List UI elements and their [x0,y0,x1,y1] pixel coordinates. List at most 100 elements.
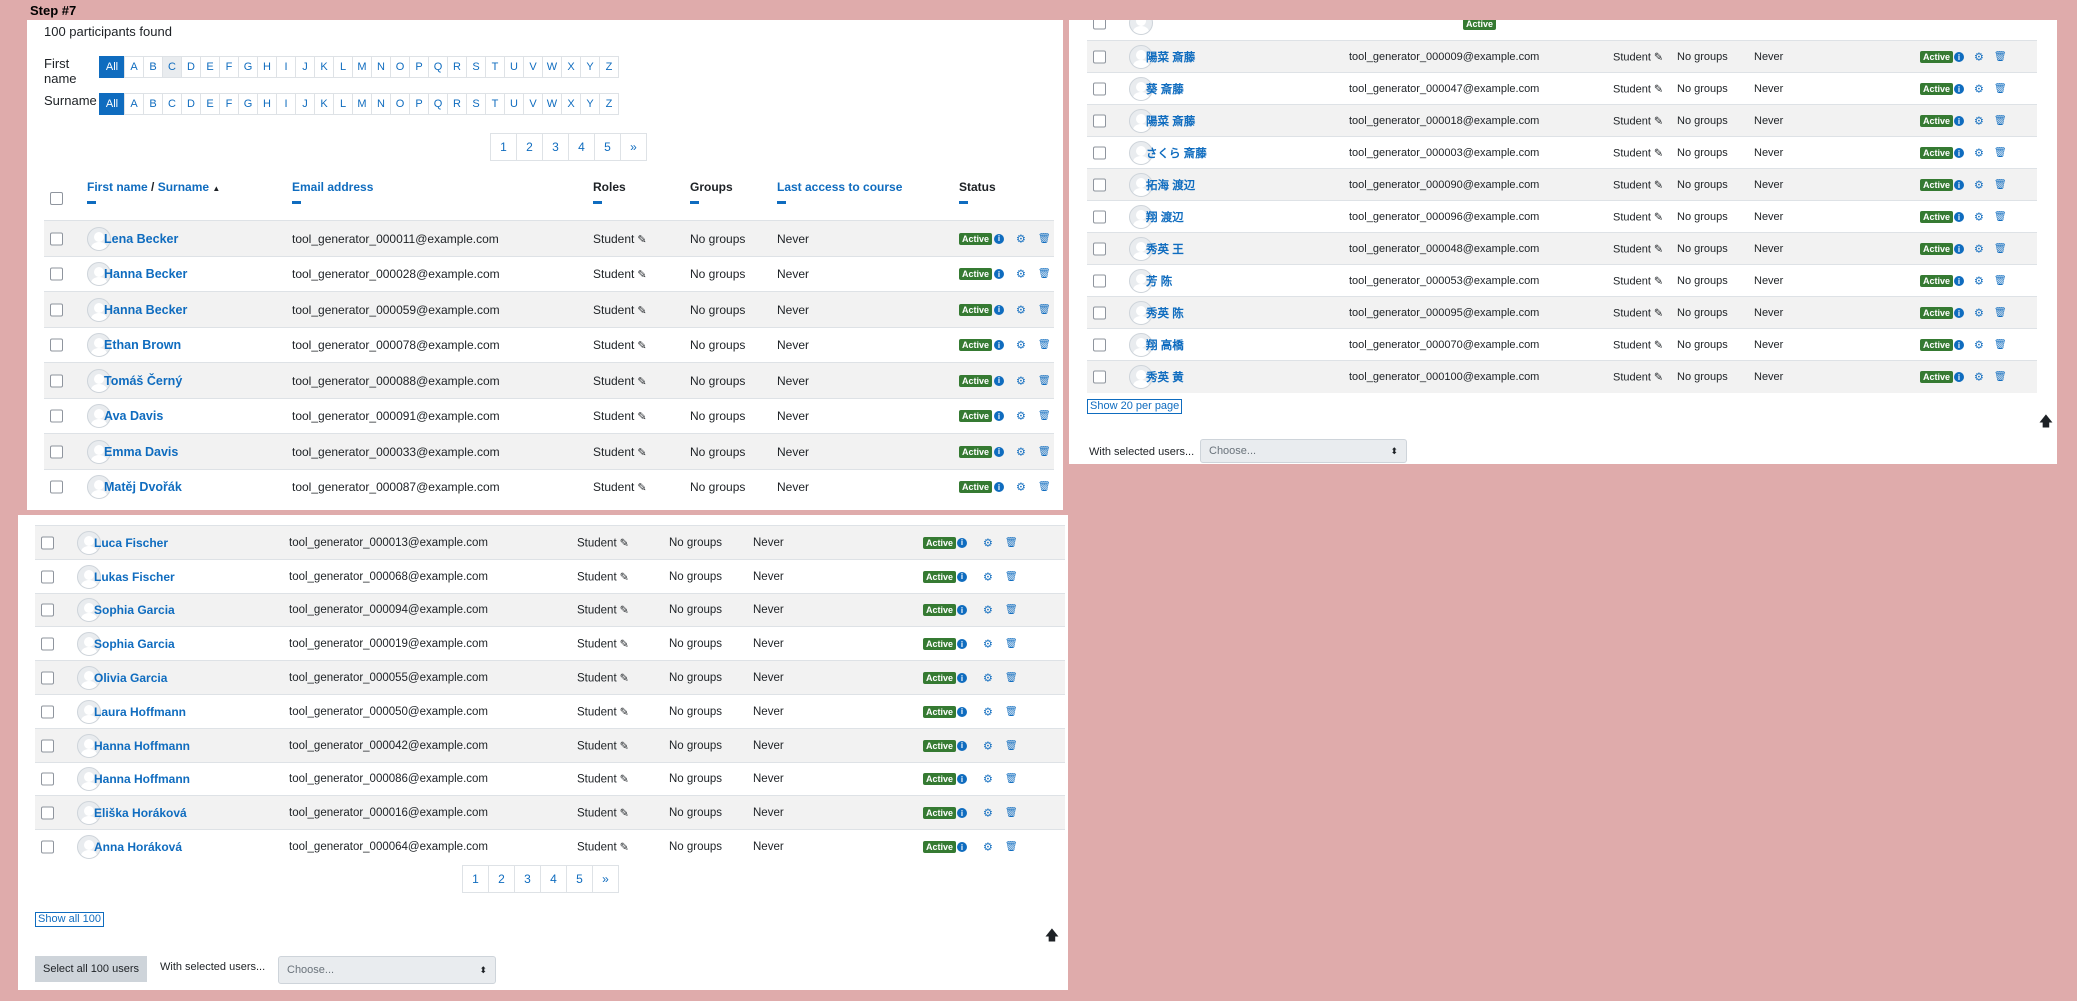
first-initial-d[interactable]: D [181,56,201,78]
surname-initial-o[interactable]: O [390,93,410,115]
unenrol-icon[interactable]: 🗑 [1038,340,1051,351]
surname-initial-s[interactable]: S [466,93,486,115]
edit-role-icon[interactable]: ✎ [620,774,629,786]
surname-initial-w[interactable]: W [542,93,562,115]
unenrol-icon[interactable]: 🗑 [1038,482,1051,493]
first-initial-b[interactable]: B [143,56,163,78]
first-initial-y[interactable]: Y [580,56,600,78]
first-initial-m[interactable]: M [352,56,372,78]
edit-role-icon[interactable]: ✎ [1654,340,1663,352]
user-name-link[interactable]: Ethan Brown [104,338,181,352]
select-all-users-button[interactable]: Select all 100 users [35,956,147,982]
collapse-groups-icon[interactable] [690,201,699,204]
unenrol-icon[interactable]: 🗑 [1994,52,2007,63]
row-checkbox[interactable] [50,374,63,388]
info-icon[interactable]: i [994,304,1004,315]
collapse-email-icon[interactable] [292,201,301,204]
edit-enrolment-icon[interactable]: ⚙ [983,638,993,651]
user-name-link[interactable]: Luca Fischer [94,536,168,550]
info-icon[interactable]: i [1954,372,1964,382]
row-checkbox[interactable] [1093,338,1106,352]
first-initial-h[interactable]: H [257,56,277,78]
row-checkbox[interactable] [50,445,63,459]
edit-enrolment-icon[interactable]: ⚙ [1974,179,1984,192]
info-icon[interactable]: i [957,842,967,853]
first-initial-all[interactable]: All [99,56,125,78]
user-name-link[interactable]: Ava Davis [104,409,163,423]
info-icon[interactable]: i [1954,180,1964,190]
edit-enrolment-icon[interactable]: ⚙ [1974,307,1984,320]
unenrol-icon[interactable]: 🗑 [1005,639,1018,650]
unenrol-icon[interactable]: 🗑 [1994,372,2007,383]
first-initial-x[interactable]: X [561,56,581,78]
row-checkbox[interactable] [1093,242,1106,256]
edit-role-icon[interactable]: ✎ [1654,116,1663,128]
first-initial-e[interactable]: E [200,56,220,78]
edit-enrolment-icon[interactable]: ⚙ [983,841,993,854]
info-icon[interactable]: i [994,233,1004,244]
edit-enrolment-icon[interactable]: ⚙ [1016,410,1026,423]
user-name-link[interactable]: Hanna Becker [104,303,187,317]
edit-enrolment-icon[interactable]: ⚙ [1016,303,1026,316]
surname-initial-all[interactable]: All [99,93,125,115]
info-icon[interactable]: i [1954,276,1964,286]
edit-role-icon[interactable]: ✎ [620,673,629,685]
row-checkbox[interactable] [41,739,54,753]
edit-role-icon[interactable]: ✎ [637,234,646,246]
unenrol-icon[interactable]: 🗑 [1005,808,1018,819]
surname-initial-k[interactable]: K [314,93,334,115]
row-checkbox[interactable] [41,772,54,786]
user-name-link[interactable]: さくら 斎藤 [1146,145,1207,161]
user-name-link[interactable]: Laura Hoffmann [94,705,186,719]
info-icon[interactable]: i [994,446,1004,457]
surname-initial-t[interactable]: T [485,93,505,115]
first-initial-v[interactable]: V [523,56,543,78]
info-icon[interactable]: i [1954,212,1964,222]
edit-enrolment-icon[interactable]: ⚙ [1974,147,1984,160]
info-icon[interactable]: i [994,340,1004,351]
unenrol-icon[interactable]: 🗑 [1038,304,1051,315]
surname-initial-z[interactable]: Z [599,93,619,115]
info-icon[interactable]: i [957,673,967,684]
row-checkbox[interactable] [50,409,63,423]
page-link-1[interactable]: 1 [462,865,489,893]
info-icon[interactable]: i [994,375,1004,386]
edit-enrolment-icon[interactable]: ⚙ [983,604,993,617]
info-icon[interactable]: i [1954,52,1964,62]
info-icon[interactable]: i [957,774,967,785]
edit-enrolment-icon[interactable]: ⚙ [983,773,993,786]
edit-enrolment-icon[interactable]: ⚙ [983,570,993,583]
surname-initial-y[interactable]: Y [580,93,600,115]
user-name-link[interactable]: 翔 高橋 [1146,337,1184,353]
unenrol-icon[interactable]: 🗑 [1038,233,1051,244]
row-checkbox[interactable] [41,671,54,685]
user-name-link[interactable]: Olivia Garcia [94,671,167,685]
edit-enrolment-icon[interactable]: ⚙ [1974,339,1984,352]
info-icon[interactable]: i [957,571,967,582]
first-initial-c[interactable]: C [162,56,182,78]
surname-initial-a[interactable]: A [124,93,144,115]
user-name-link[interactable]: 秀英 王 [1146,241,1184,257]
sort-first-name-link[interactable]: First name [87,180,148,194]
surname-initial-g[interactable]: G [238,93,258,115]
user-name-link[interactable]: 秀英 黄 [1146,369,1184,385]
row-checkbox[interactable] [41,603,54,617]
info-icon[interactable]: i [957,605,967,616]
row-checkbox[interactable] [50,338,63,352]
first-initial-q[interactable]: Q [428,56,448,78]
page-link-1[interactable]: 1 [490,133,517,161]
edit-role-icon[interactable]: ✎ [637,269,646,281]
collapse-name-icon[interactable] [87,201,96,204]
first-initial-w[interactable]: W [542,56,562,78]
edit-enrolment-icon[interactable]: ⚙ [1016,445,1026,458]
first-initial-p[interactable]: P [409,56,429,78]
edit-role-icon[interactable]: ✎ [620,842,629,854]
unenrol-icon[interactable]: 🗑 [1005,571,1018,582]
unenrol-icon[interactable]: 🗑 [1994,276,2007,287]
row-checkbox[interactable] [41,570,54,584]
edit-enrolment-icon[interactable]: ⚙ [1016,481,1026,494]
row-checkbox[interactable] [50,267,63,281]
first-initial-o[interactable]: O [390,56,410,78]
edit-role-icon[interactable]: ✎ [620,571,629,583]
row-checkbox[interactable] [1093,50,1106,64]
